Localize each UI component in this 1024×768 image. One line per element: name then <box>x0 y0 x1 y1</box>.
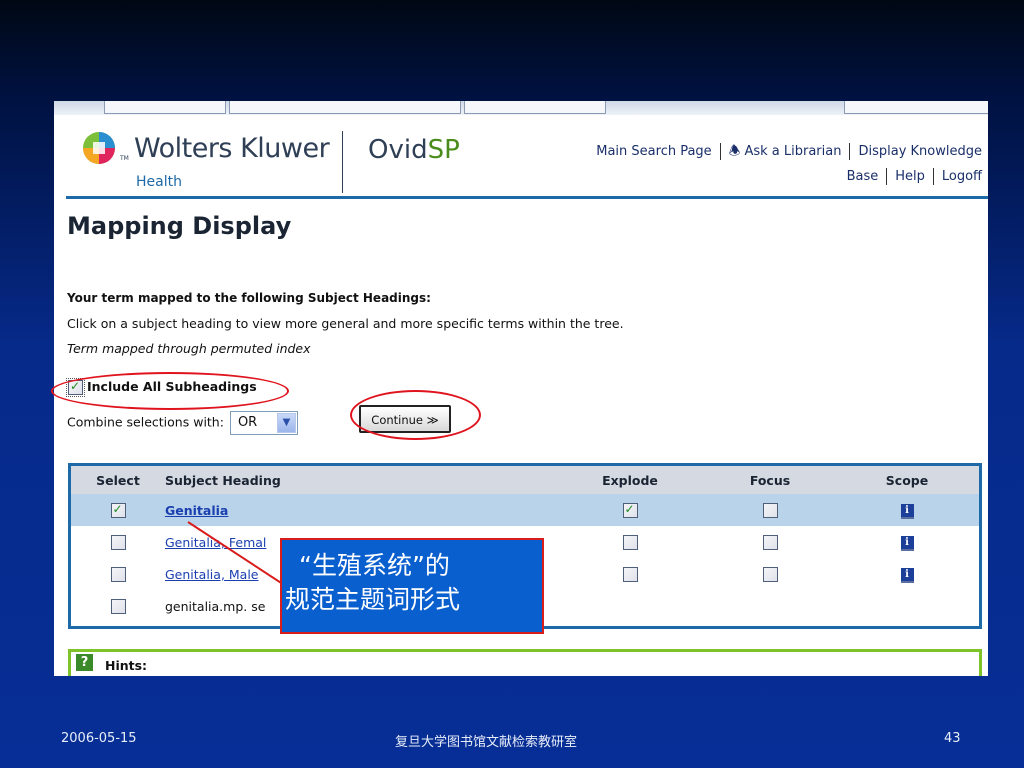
slide-number: 43 <box>944 731 961 746</box>
annotation-line-1: “生殖系统”的 <box>299 551 450 580</box>
annotation-line-2: 规范主题词形式 <box>285 585 461 614</box>
footer-date: 2006-05-15 <box>61 731 137 746</box>
annotation-callout: “生殖系统”的 规范主题词形式 <box>280 538 544 634</box>
annotation-pointer-line <box>187 521 299 595</box>
footer-institution: 复旦大学图书馆文献检索教研室 <box>395 735 578 750</box>
